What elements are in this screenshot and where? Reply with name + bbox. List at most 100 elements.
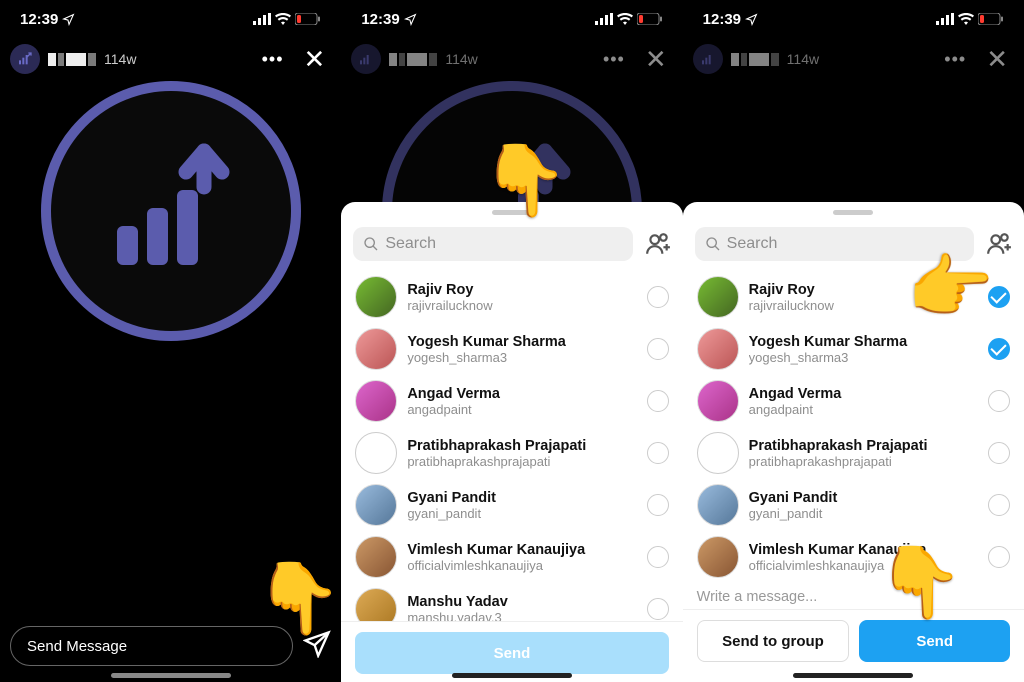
share-icon[interactable]: [303, 630, 331, 663]
contact-handle: officialvimleshkanaujiya: [749, 558, 978, 573]
search-input[interactable]: Search: [353, 227, 632, 261]
location-icon: [62, 13, 75, 26]
select-radio[interactable]: [647, 494, 669, 516]
story-timestamp: 114w: [787, 51, 819, 67]
contact-handle: rajivrailucknow: [749, 298, 978, 313]
home-indicator[interactable]: [111, 673, 231, 678]
close-icon: ✕: [639, 44, 673, 75]
contact-name: Gyani Pandit: [749, 490, 978, 506]
contact-row[interactable]: Vimlesh Kumar Kanaujiyaofficialvimleshka…: [341, 531, 682, 583]
contact-row[interactable]: Vimlesh Kumar Kanaujiyaofficialvimleshka…: [683, 531, 1024, 581]
home-indicator[interactable]: [452, 673, 572, 678]
contact-row[interactable]: Gyani Panditgyani_pandit: [683, 479, 1024, 531]
send-button[interactable]: Send: [355, 632, 668, 674]
select-radio[interactable]: [647, 546, 669, 568]
share-sheet: Search Rajiv RoyrajivrailucknowYogesh Ku…: [683, 202, 1024, 682]
more-options-icon: •••: [597, 49, 631, 70]
battery-low-icon: [978, 13, 1004, 25]
story-timestamp: 114w: [104, 51, 136, 67]
write-message-input[interactable]: Write a message...: [683, 581, 1024, 609]
more-options-icon[interactable]: •••: [256, 49, 290, 70]
select-radio[interactable]: [988, 338, 1010, 360]
contact-name: Angad Verma: [407, 386, 636, 402]
contact-handle: yogesh_sharma3: [407, 350, 636, 365]
contact-name: Vimlesh Kumar Kanaujiya: [749, 542, 978, 558]
contact-handle: officialvimleshkanaujiya: [407, 558, 636, 573]
story-content[interactable]: [0, 80, 341, 682]
send-message-input[interactable]: Send Message: [10, 626, 293, 666]
select-radio[interactable]: [647, 390, 669, 412]
battery-low-icon: [637, 13, 663, 25]
contact-row[interactable]: Pratibhaprakash Prajapatipratibhaprakash…: [341, 427, 682, 479]
contact-name: Yogesh Kumar Sharma: [407, 334, 636, 350]
status-bar: 12:39: [683, 0, 1024, 38]
contact-row[interactable]: Rajiv Royrajivrailucknow: [341, 271, 682, 323]
send-message-placeholder: Send Message: [27, 638, 127, 655]
sheet-grab-handle[interactable]: [833, 210, 873, 215]
search-icon: [363, 236, 379, 252]
select-radio[interactable]: [647, 286, 669, 308]
contact-avatar: [355, 484, 397, 526]
contact-name: Pratibhaprakash Prajapati: [407, 438, 636, 454]
contact-list[interactable]: Rajiv RoyrajivrailucknowYogesh Kumar Sha…: [683, 271, 1024, 581]
select-radio[interactable]: [988, 390, 1010, 412]
contact-row[interactable]: Pratibhaprakash Prajapatipratibhaprakash…: [683, 427, 1024, 479]
contact-handle: gyani_pandit: [749, 506, 978, 521]
contact-name: Yogesh Kumar Sharma: [749, 334, 978, 350]
location-icon: [404, 13, 417, 26]
contact-handle: angadpaint: [749, 402, 978, 417]
contact-name: Manshu Yadav: [407, 594, 636, 610]
home-indicator[interactable]: [793, 673, 913, 678]
send-to-group-button[interactable]: Send to group: [697, 620, 850, 662]
select-radio[interactable]: [988, 442, 1010, 464]
send-button[interactable]: Send: [859, 620, 1010, 662]
story-header: 114w ••• ✕: [683, 38, 1024, 80]
story-logo: [41, 81, 301, 341]
contact-avatar: [355, 432, 397, 474]
contact-avatar: [355, 328, 397, 370]
contact-avatar: [355, 536, 397, 578]
contact-row[interactable]: Manshu Yadavmanshu.yadav.3: [341, 583, 682, 621]
create-group-icon[interactable]: [645, 231, 671, 257]
search-placeholder: Search: [385, 235, 436, 253]
select-radio[interactable]: [988, 546, 1010, 568]
screenshot-3: 12:39 114w ••• ✕: [683, 0, 1024, 682]
close-icon: ✕: [980, 44, 1014, 75]
profile-avatar[interactable]: [10, 44, 40, 74]
contact-avatar: [355, 276, 397, 318]
contact-row[interactable]: Angad Vermaangadpaint: [341, 375, 682, 427]
wifi-icon: [958, 13, 974, 25]
share-sheet: Search Rajiv RoyrajivrailucknowYogesh Ku…: [341, 202, 682, 682]
screenshot-1: 12:39 11: [0, 0, 341, 682]
contact-handle: gyani_pandit: [407, 506, 636, 521]
select-radio[interactable]: [647, 442, 669, 464]
create-group-icon[interactable]: [986, 231, 1012, 257]
sheet-grab-handle[interactable]: [492, 210, 532, 215]
contact-handle: rajivrailucknow: [407, 298, 636, 313]
screenshot-2: 12:39 114w ••• ✕: [341, 0, 682, 682]
story-header: 114w ••• ✕: [341, 38, 682, 80]
story-header: 114w ••• ✕: [0, 38, 341, 80]
story-timestamp: 114w: [445, 51, 477, 67]
contact-avatar: [697, 432, 739, 474]
close-icon[interactable]: ✕: [298, 44, 332, 75]
contact-row[interactable]: Yogesh Kumar Sharmayogesh_sharma3: [341, 323, 682, 375]
contact-list[interactable]: Rajiv RoyrajivrailucknowYogesh Kumar Sha…: [341, 271, 682, 621]
contact-handle: manshu.yadav.3: [407, 610, 636, 622]
contact-name: Angad Verma: [749, 386, 978, 402]
select-radio[interactable]: [647, 598, 669, 620]
contact-row[interactable]: Angad Vermaangadpaint: [683, 375, 1024, 427]
contact-row[interactable]: Gyani Panditgyani_pandit: [341, 479, 682, 531]
contact-row[interactable]: Yogesh Kumar Sharmayogesh_sharma3: [683, 323, 1024, 375]
contact-avatar: [697, 380, 739, 422]
cellular-signal-icon: [253, 13, 271, 25]
select-radio[interactable]: [988, 494, 1010, 516]
search-input[interactable]: Search: [695, 227, 974, 261]
contact-row[interactable]: Rajiv Royrajivrailucknow: [683, 271, 1024, 323]
location-icon: [745, 13, 758, 26]
select-radio[interactable]: [988, 286, 1010, 308]
select-radio[interactable]: [647, 338, 669, 360]
status-bar: 12:39: [0, 0, 341, 38]
contact-avatar: [697, 536, 739, 578]
cellular-signal-icon: [936, 13, 954, 25]
